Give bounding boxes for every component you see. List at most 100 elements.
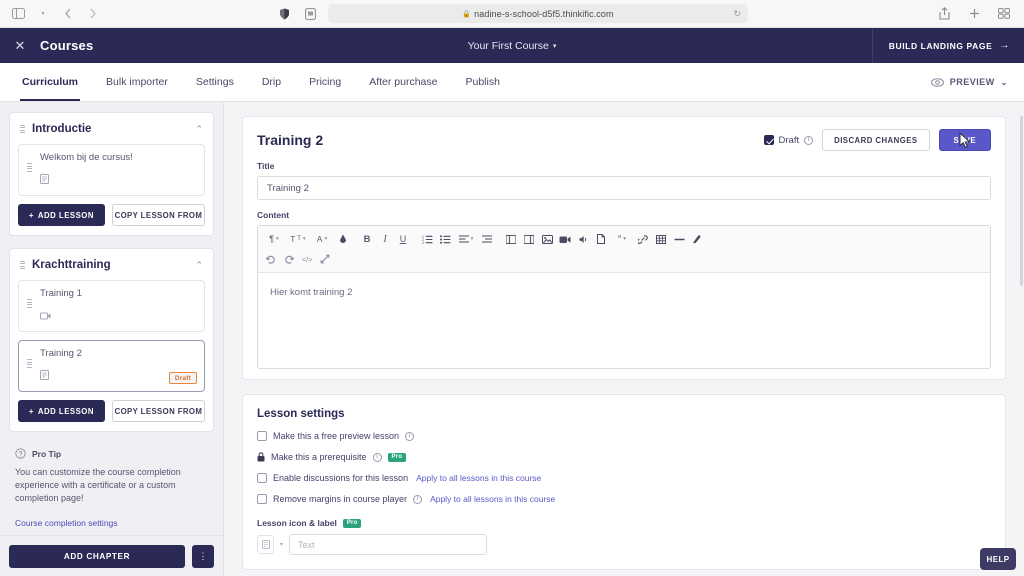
forward-arrow-icon[interactable] <box>85 6 101 22</box>
tab-label: Publish <box>465 76 500 88</box>
tab-publish[interactable]: Publish <box>452 63 514 101</box>
drag-handle-icon[interactable] <box>27 152 32 189</box>
fullscreen-icon[interactable] <box>316 250 334 268</box>
tab-bulk-importer[interactable]: Bulk importer <box>92 63 182 101</box>
line-height-icon[interactable] <box>520 230 538 248</box>
lesson-item-welkom[interactable]: Welkom bij de cursus! <box>18 144 205 196</box>
redo-icon[interactable] <box>280 250 298 268</box>
lesson-icon-label-header: Lesson icon & label Pro <box>257 518 991 528</box>
insert-image-icon[interactable] <box>538 230 556 248</box>
chapter-more-options-button[interactable]: ⋮ <box>192 544 214 568</box>
extension-icon[interactable] <box>302 6 318 22</box>
chevron-down-icon: ▾ <box>552 42 557 50</box>
apply-to-all-lessons-link[interactable]: Apply to all lessons in this course <box>430 494 555 504</box>
unordered-list-icon[interactable] <box>436 230 454 248</box>
lesson-label-text-input[interactable] <box>289 534 488 555</box>
plus-icon: + <box>28 210 34 220</box>
chevron-up-icon[interactable]: ⌃ <box>195 124 203 135</box>
pro-badge: Pro <box>342 518 362 528</box>
save-button[interactable]: SAVE <box>938 129 991 151</box>
code-view-icon[interactable]: </> <box>298 250 316 268</box>
main-scrollbar[interactable] <box>1020 116 1023 286</box>
preview-button[interactable]: PREVIEW ⌄ <box>930 63 1008 101</box>
quote-icon[interactable]: “▾ <box>610 230 634 248</box>
indent-icon[interactable] <box>478 230 496 248</box>
drag-handle-icon[interactable] <box>20 124 25 134</box>
url-bar[interactable]: 🔒 nadine-s-school-d5f5.thinkific.com ↻ <box>328 4 748 23</box>
tab-overview-icon[interactable] <box>996 6 1012 22</box>
plus-icon[interactable] <box>966 6 982 22</box>
free-preview-checkbox[interactable] <box>257 431 267 441</box>
content-field-block: Content ¶ ▾ T T ▾ A ▾ B I U 1 2 3 ▾ “ ▾ … <box>243 210 1005 379</box>
ordered-list-icon[interactable]: 123 <box>418 230 436 248</box>
course-completion-settings-link[interactable]: Course completion settings <box>15 518 118 528</box>
lesson-item-training-1[interactable]: Training 1 <box>18 280 205 332</box>
insert-table-icon[interactable] <box>652 230 670 248</box>
info-icon[interactable]: i <box>804 135 814 145</box>
setting-row-remove-margins[interactable]: Remove margins in course player i Apply … <box>257 494 991 504</box>
insert-file-icon[interactable] <box>592 230 610 248</box>
tab-after-purchase[interactable]: After purchase <box>355 63 451 101</box>
setting-row-prerequisite[interactable]: Make this a prerequisite i Pro <box>257 452 991 462</box>
copy-lesson-from-button[interactable]: COPY LESSON FROM <box>111 204 205 226</box>
insert-video-icon[interactable] <box>556 230 574 248</box>
tab-curriculum[interactable]: Curriculum <box>8 63 92 101</box>
remove-margins-checkbox[interactable] <box>257 494 267 504</box>
share-icon[interactable] <box>936 6 952 22</box>
info-icon[interactable]: i <box>413 494 423 504</box>
highlight-color-icon[interactable] <box>334 230 352 248</box>
bold-icon[interactable]: B <box>358 230 376 248</box>
apply-to-all-lessons-link[interactable]: Apply to all lessons in this course <box>416 473 541 483</box>
back-arrow-icon[interactable] <box>60 6 76 22</box>
draft-checkbox[interactable] <box>763 135 774 145</box>
text-style-icon[interactable]: T T ▾ <box>286 230 310 248</box>
add-chapter-button[interactable]: ADD CHAPTER <box>9 544 185 568</box>
lesson-item-training-2[interactable]: Training 2 Draft <box>18 340 205 392</box>
copy-lesson-from-button[interactable]: COPY LESSON FROM <box>111 400 205 422</box>
info-icon[interactable]: i <box>372 452 382 462</box>
course-selector[interactable]: Your First Course ▾ <box>468 40 557 52</box>
underline-icon[interactable]: U <box>394 230 412 248</box>
undo-icon[interactable] <box>262 250 280 268</box>
pro-tip-block: Pro Tip You can customize the course com… <box>9 444 214 531</box>
lesson-settings-panel: Lesson settings Make this a free preview… <box>242 394 1006 570</box>
info-icon[interactable]: i <box>405 431 415 441</box>
setting-label: Make this a free preview lesson <box>273 431 400 441</box>
chapter-header[interactable]: Introductie ⌃ <box>18 121 205 144</box>
tab-pricing[interactable]: Pricing <box>295 63 355 101</box>
editor-content-area[interactable]: Hier komt training 2 <box>258 273 990 368</box>
tab-drip[interactable]: Drip <box>248 63 295 101</box>
drag-handle-icon[interactable] <box>20 260 25 270</box>
sidebar-toggle-icon[interactable] <box>10 6 26 22</box>
help-button[interactable]: HELP <box>980 548 1016 570</box>
clear-formatting-icon[interactable] <box>688 230 706 248</box>
chevron-down-icon[interactable]: ▾ <box>280 541 283 548</box>
font-color-icon[interactable]: A ▾ <box>310 230 334 248</box>
title-input[interactable] <box>257 176 991 200</box>
chevron-up-icon[interactable]: ⌃ <box>195 260 203 271</box>
italic-icon[interactable]: I <box>376 230 394 248</box>
close-icon[interactable]: ✕ <box>0 38 40 54</box>
add-lesson-button[interactable]: + ADD LESSON <box>18 400 105 422</box>
insert-audio-icon[interactable] <box>574 230 592 248</box>
drag-handle-icon[interactable] <box>27 348 32 385</box>
insert-link-icon[interactable] <box>634 230 652 248</box>
setting-row-free-preview[interactable]: Make this a free preview lesson i <box>257 431 991 441</box>
paragraph-format-icon[interactable]: ¶ ▾ <box>262 230 286 248</box>
setting-row-enable-discussions[interactable]: Enable discussions for this lesson Apply… <box>257 473 991 483</box>
align-icon[interactable]: ▾ <box>454 230 478 248</box>
add-lesson-button[interactable]: + ADD LESSON <box>18 204 105 226</box>
drag-handle-icon[interactable] <box>27 288 32 325</box>
tab-settings[interactable]: Settings <box>182 63 248 101</box>
lesson-icon-preview[interactable] <box>257 535 274 554</box>
discard-changes-button[interactable]: DISCARD CHANGES <box>822 129 930 151</box>
privacy-shield-icon[interactable] <box>276 6 292 22</box>
build-landing-page-button[interactable]: BUILD LANDING PAGE → <box>871 28 1024 63</box>
outdent-icon[interactable] <box>502 230 520 248</box>
chapter-header[interactable]: Krachttraining ⌃ <box>18 257 205 280</box>
horizontal-rule-icon[interactable] <box>670 230 688 248</box>
chevron-down-icon[interactable]: ▾ <box>35 6 51 22</box>
reload-icon[interactable]: ↻ <box>733 8 741 19</box>
enable-discussions-checkbox[interactable] <box>257 473 267 483</box>
draft-checkbox-group[interactable]: Draft i <box>763 135 814 146</box>
